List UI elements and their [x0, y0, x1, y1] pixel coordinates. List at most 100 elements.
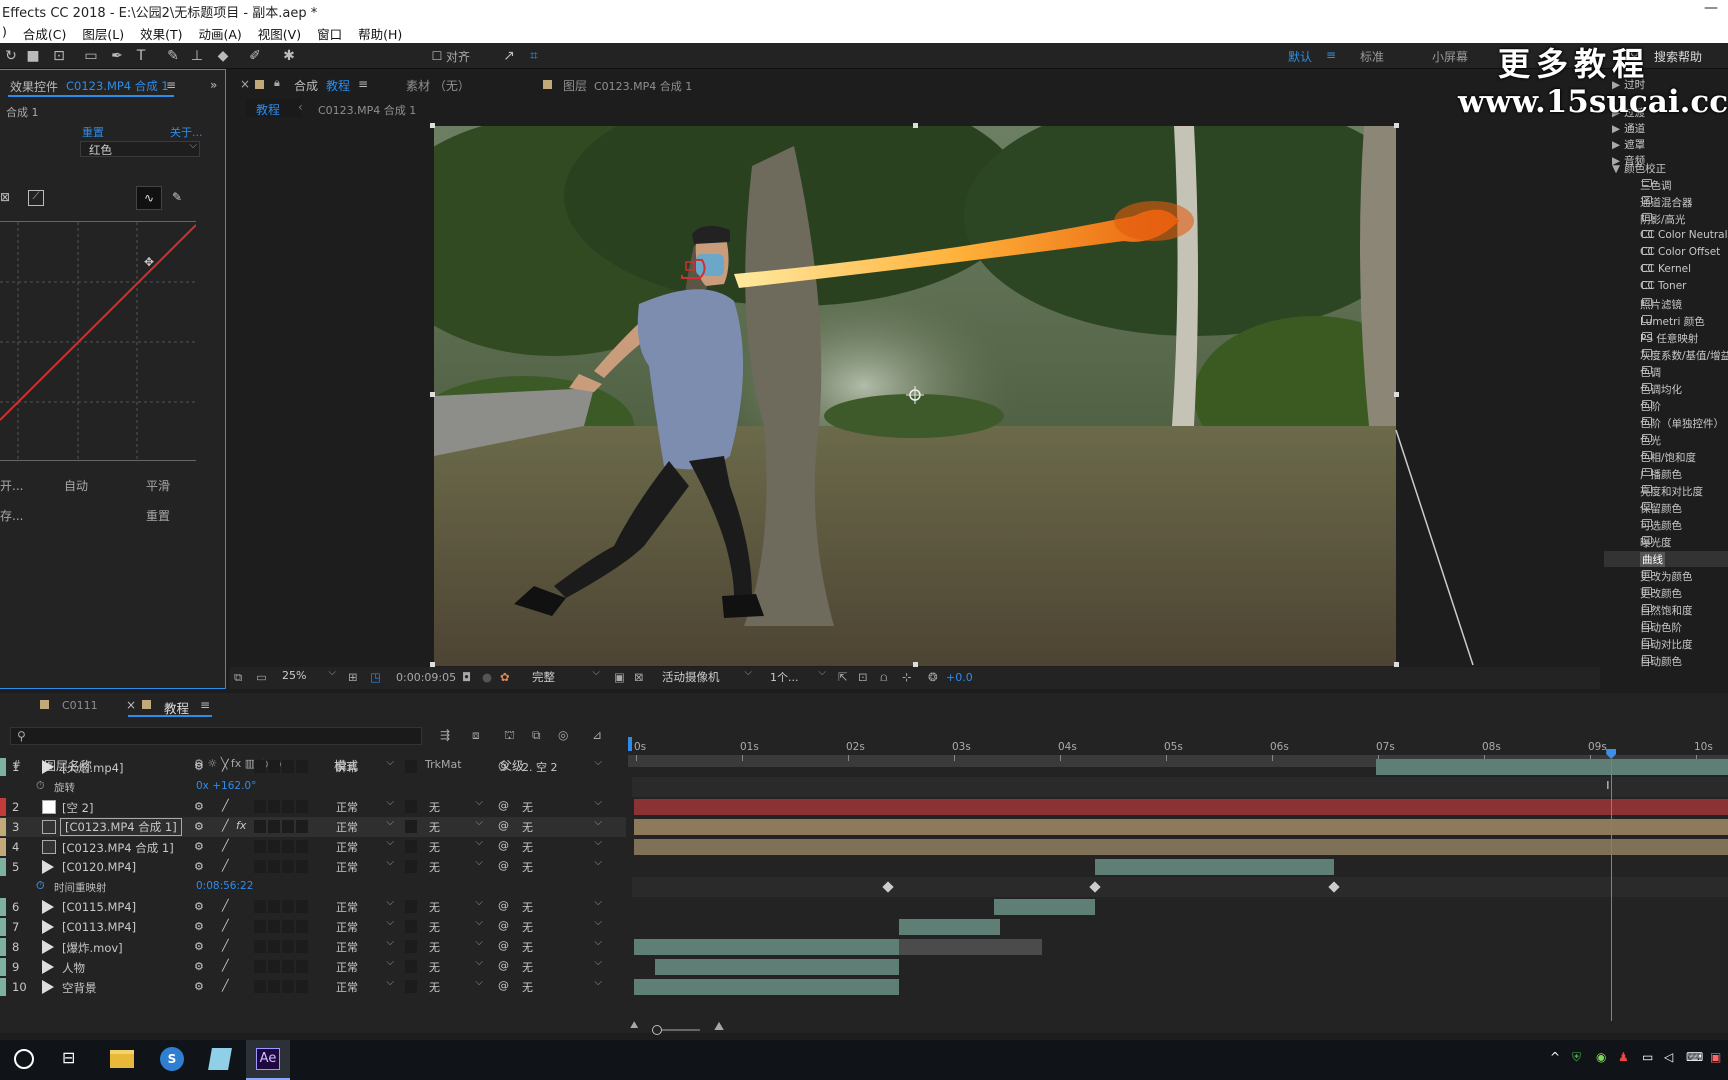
pick-whip-icon[interactable]: @	[498, 959, 509, 972]
parent-dropdown[interactable]: 无	[520, 857, 604, 875]
blend-mode-dropdown[interactable]: 正常	[334, 857, 396, 875]
eraser-tool-icon[interactable]: ◆	[214, 47, 232, 65]
effect-item[interactable]: 更改颜色	[1604, 585, 1728, 601]
layer-row[interactable]: 7 [C0113.MP4] ⚙ ╱ 正常 无 @ 无	[0, 917, 626, 937]
pan-behind-tool-icon[interactable]: ⊡	[50, 47, 68, 65]
blend-mode-dropdown[interactable]: 正常	[334, 957, 396, 975]
tray-volume-icon[interactable]: ◁	[1664, 1050, 1673, 1064]
property-row[interactable]: ⏱ ⏱ 时间重映射 0:08:56:22	[0, 877, 626, 897]
layer-label-color[interactable]	[0, 918, 6, 936]
blend-mode-dropdown[interactable]: 正常	[334, 817, 396, 835]
pick-whip-icon[interactable]: @	[498, 839, 509, 852]
effect-item[interactable]: 自动对比度	[1604, 636, 1728, 652]
menu-item-help[interactable]: 帮助(H)	[358, 24, 402, 43]
brush-tool-icon[interactable]: ✎	[164, 47, 182, 65]
views-dropdown[interactable]: 1个...	[768, 667, 828, 686]
tray-ime-icon[interactable]: ⌨	[1686, 1050, 1703, 1064]
switch-box[interactable]	[296, 840, 308, 853]
layer-row[interactable]: 6 [C0115.MP4] ⚙ ╱ 正常 无 @ 无	[0, 897, 626, 917]
quality-switch-icon[interactable]: ╱	[222, 819, 229, 832]
curve-auto-button[interactable]: 自动	[64, 477, 88, 494]
blend-mode-dropdown[interactable]: 正常	[334, 837, 396, 855]
layer-row[interactable]: 9 人物 ⚙ ╱ 正常 无 @ 无	[0, 957, 626, 977]
region-of-interest-icon[interactable]: ▣	[614, 670, 625, 684]
effect-item[interactable]: 三色调	[1604, 177, 1728, 193]
effect-item[interactable]: 色阶（单独控件）	[1604, 415, 1728, 431]
shy-switch-icon[interactable]: ⚙	[194, 920, 204, 933]
comp-tab-name[interactable]: 教程	[326, 77, 350, 94]
timeline-tab-menu-icon[interactable]: ≡	[200, 698, 210, 712]
layer-name[interactable]: [C0123.MP4 合成 1]	[60, 818, 182, 836]
effect-item[interactable]: 色调均化	[1604, 381, 1728, 397]
workspace-standard[interactable]: 标准	[1360, 48, 1384, 65]
work-area-start-icon[interactable]	[628, 737, 632, 751]
tray-expand-icon[interactable]: ^	[1550, 1050, 1560, 1064]
switch-box[interactable]	[254, 760, 266, 773]
clone-stamp-tool-icon[interactable]: ⊥	[188, 47, 206, 65]
effect-item[interactable]: 广播颜色	[1604, 466, 1728, 482]
track-matte-dropdown[interactable]: 无	[427, 937, 485, 955]
align-checkbox[interactable]: ☐	[428, 47, 446, 65]
effect-category[interactable]: ▶ 遮罩	[1612, 137, 1645, 152]
parent-dropdown[interactable]: 无	[520, 957, 604, 975]
tray-wechat-icon[interactable]: ◉	[1596, 1050, 1606, 1064]
layer-name[interactable]: [爆炸.mov]	[62, 940, 123, 956]
frame-blending-icon[interactable]: ⧉	[532, 728, 541, 743]
switch-box[interactable]	[282, 840, 294, 853]
track-matte-dropdown[interactable]: 无	[427, 857, 485, 875]
switch-box[interactable]	[282, 760, 294, 773]
type-tool-icon[interactable]: T	[132, 47, 150, 65]
curve-linear-icon[interactable]: ⟋	[28, 190, 44, 206]
quality-switch-icon[interactable]: ╱	[222, 959, 229, 972]
roto-brush-tool-icon[interactable]: ✐	[246, 47, 264, 65]
switch-box[interactable]	[268, 820, 280, 833]
camera-tool-icon[interactable]: ■	[24, 47, 42, 65]
pick-whip-icon[interactable]: @	[498, 979, 509, 992]
menu-item-layer[interactable]: 图层(L)	[82, 24, 124, 43]
zoom-slider[interactable]	[652, 1025, 700, 1035]
pick-whip-icon[interactable]: @	[498, 939, 509, 952]
effect-reset-link[interactable]: 重置	[82, 124, 104, 140]
breadcrumb-active[interactable]: 教程	[246, 99, 302, 117]
blend-mode-dropdown[interactable]: 正常	[334, 897, 396, 915]
menu-item-animation[interactable]: 动画(A)	[198, 24, 241, 43]
zoom-out-icon[interactable]: ⛰	[630, 1020, 638, 1031]
switch-box[interactable]	[254, 960, 266, 973]
parent-dropdown[interactable]: 2. 空 2	[520, 757, 604, 775]
panel-menu-icon[interactable]: ≡	[166, 78, 176, 92]
layer-name[interactable]: [火焰.mp4]	[62, 760, 123, 776]
curve-smooth-button[interactable]: 平滑	[146, 477, 170, 494]
layer-name[interactable]: [C0120.MP4]	[62, 860, 136, 874]
snapshot-icon[interactable]: ◘	[462, 670, 471, 684]
shy-switch-icon[interactable]: ⚙	[194, 960, 204, 973]
preserve-transparency-box[interactable]	[405, 800, 417, 813]
layer-name[interactable]: 空背景	[62, 980, 97, 996]
switch-box[interactable]	[282, 940, 294, 953]
switch-box[interactable]	[296, 860, 308, 873]
effect-item[interactable]: 自动颜色	[1604, 653, 1728, 669]
effect-item[interactable]: 阴影/高光	[1604, 211, 1728, 227]
timeline-icon[interactable]: ⩍	[880, 670, 887, 685]
layer-label-color[interactable]	[0, 958, 6, 976]
monitor-icon[interactable]: ▭	[256, 670, 267, 684]
parent-dropdown[interactable]: 无	[520, 797, 604, 815]
track-matte-dropdown[interactable]: 无	[427, 957, 485, 975]
effect-item[interactable]: 亮度和对比度	[1604, 483, 1728, 499]
menu-item-window[interactable]: 窗口	[317, 24, 342, 43]
effect-item[interactable]: 色阶	[1604, 398, 1728, 414]
always-preview-icon[interactable]: ⧉	[234, 670, 242, 685]
shy-switch-icon[interactable]: ⚙	[194, 940, 204, 953]
minimize-button[interactable]: —	[1704, 0, 1718, 16]
shy-switch-icon[interactable]: ⚙	[194, 980, 204, 993]
toggle-pixel-aspect-icon[interactable]: ⇱	[838, 670, 848, 684]
layer-duration-bar[interactable]	[634, 979, 899, 995]
curve-reset-icon[interactable]: ⊠	[0, 190, 14, 206]
layer-tracks[interactable]: I	[632, 757, 1728, 1017]
file-explorer-icon[interactable]	[110, 1050, 134, 1068]
fast-preview-icon[interactable]: ⊡	[858, 670, 868, 684]
effect-item[interactable]: Lumetri 颜色	[1604, 313, 1728, 329]
effect-item[interactable]: CC Color Offset	[1604, 245, 1728, 261]
notepad-icon[interactable]	[208, 1048, 232, 1070]
switch-box[interactable]	[282, 920, 294, 933]
layer-duration-bar-trimmed[interactable]	[899, 939, 1043, 955]
